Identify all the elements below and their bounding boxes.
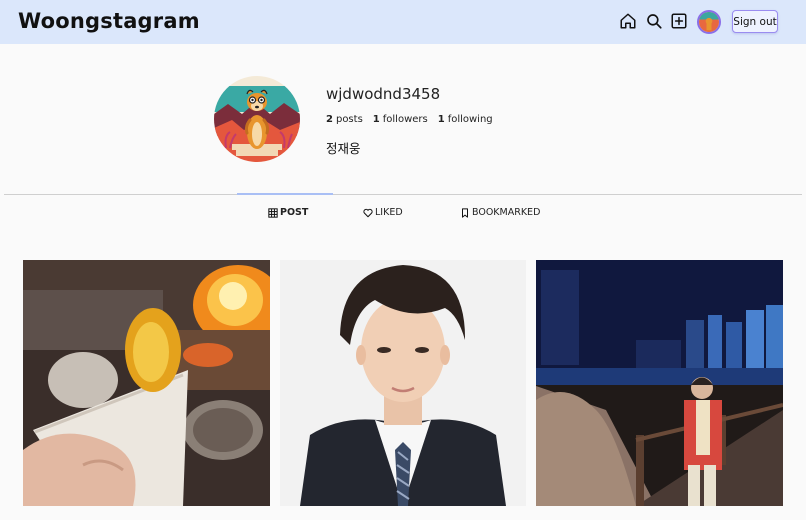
nav-profile-avatar[interactable]	[697, 10, 721, 34]
tab-bookmarked[interactable]: BOOKMARKED	[460, 207, 540, 218]
grid-icon	[268, 207, 278, 218]
profile-stats: 2 posts 1 followers 1 following	[326, 114, 493, 125]
followers-label: followers	[382, 114, 428, 125]
tab-post[interactable]: POST	[268, 207, 308, 218]
posts-label: posts	[335, 114, 363, 125]
following-stat[interactable]: 1 following	[438, 114, 493, 125]
following-label: following	[447, 114, 493, 125]
followers-count: 1	[372, 114, 380, 125]
profile-divider	[4, 194, 802, 195]
new-post-icon[interactable]	[669, 11, 689, 31]
tab-liked[interactable]: LIKED	[363, 207, 403, 218]
search-icon[interactable]	[644, 11, 664, 31]
app-logo[interactable]: Woongstagram	[18, 9, 200, 33]
post-thumbnail-night-boardwalk[interactable]	[536, 260, 783, 506]
tab-bookmarked-label: BOOKMARKED	[472, 207, 541, 218]
profile-username: wjdwodnd3458	[326, 85, 441, 103]
posts-stat: 2 posts	[326, 114, 363, 125]
posts-count: 2	[326, 114, 333, 125]
profile-avatar[interactable]	[214, 76, 300, 162]
tab-liked-label: LIKED	[375, 207, 403, 218]
heart-icon	[363, 208, 373, 217]
following-count: 1	[437, 114, 445, 125]
tab-post-label: POST	[280, 207, 309, 218]
top-nav-bar: Woongstagram Sign out	[0, 0, 806, 44]
home-icon[interactable]	[618, 11, 638, 31]
post-thumbnail-campfire[interactable]	[23, 260, 270, 506]
sign-out-button[interactable]: Sign out	[732, 10, 778, 33]
post-thumbnail-portrait[interactable]	[280, 260, 526, 506]
active-tab-indicator	[237, 193, 333, 195]
bookmark-icon	[462, 207, 468, 218]
followers-stat[interactable]: 1 followers	[373, 114, 428, 125]
profile-real-name: 정재웅	[326, 141, 361, 156]
